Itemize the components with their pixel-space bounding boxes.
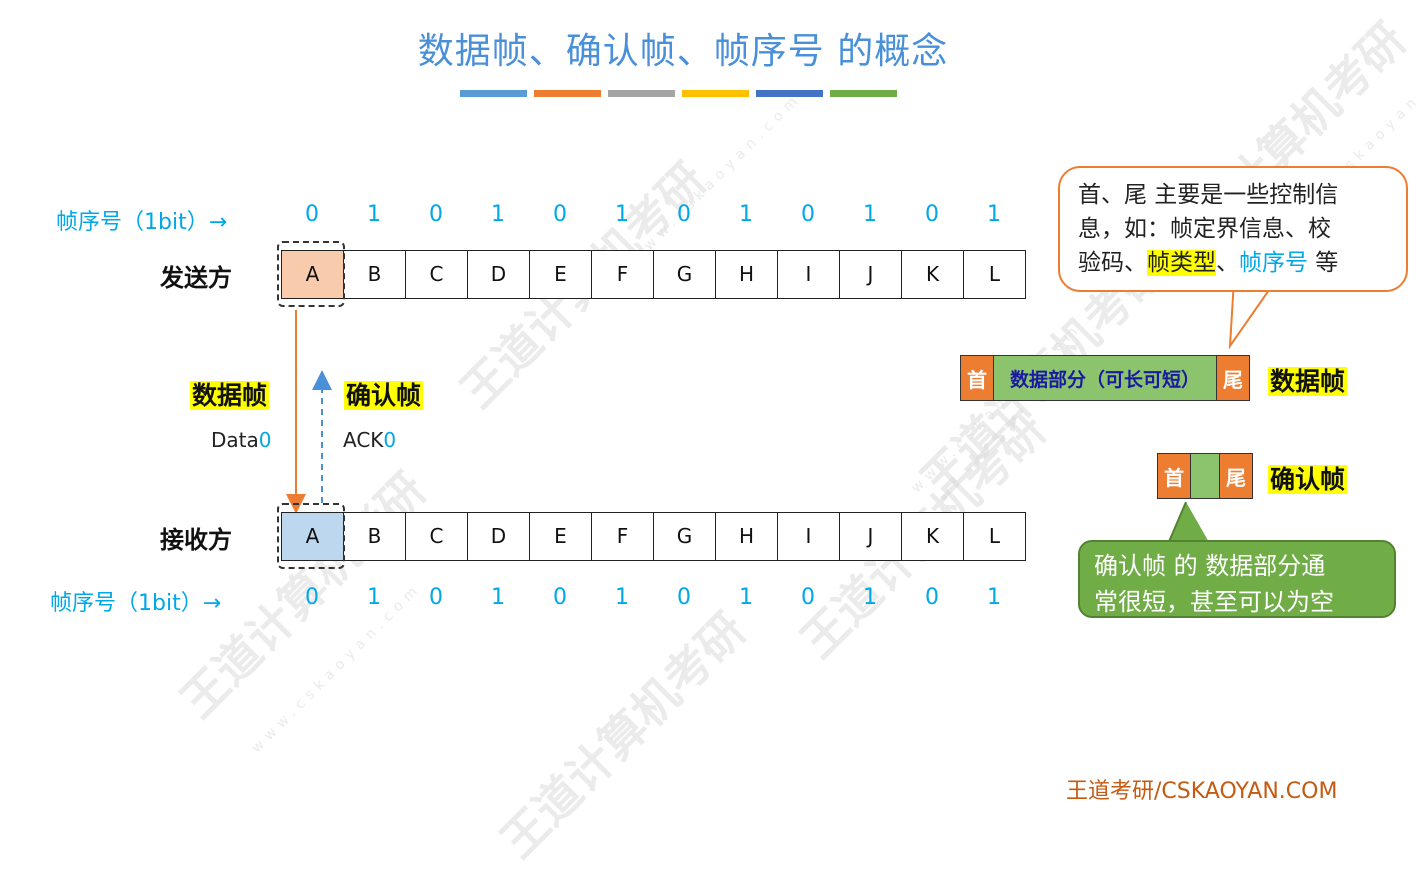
seq-number: 0 (677, 202, 691, 227)
receiver-frame: G (653, 513, 715, 560)
stripe (534, 90, 601, 97)
receiver-frames: A B C D E F G H I J K L (281, 512, 1026, 561)
receiver-label: 接收方 (160, 526, 232, 554)
callout-line: 确认帧 的 数据部分通 (1094, 552, 1326, 580)
control-info-callout: 首、尾 主要是一些控制信 息，如：帧定界信息、校 验码、帧类型、帧序号 等 (1058, 166, 1408, 292)
sender-frame: E (529, 251, 591, 298)
seq-number: 0 (801, 202, 815, 227)
callout-line: 息，如：帧定界信息、校 (1078, 216, 1331, 242)
seq-number: 0 (553, 585, 567, 610)
receiver-window (277, 503, 345, 569)
seq-row-top: 0 1 0 1 0 1 0 1 0 1 0 1 (281, 202, 1025, 227)
sender-frame: K (901, 251, 963, 298)
stripe (830, 90, 897, 97)
sender-frame: J (839, 251, 901, 298)
seq-number: 1 (739, 585, 753, 610)
callout-line: 首、尾 主要是一些控制信 (1078, 182, 1339, 208)
sender-frame: I (777, 251, 839, 298)
seq-number: 1 (863, 202, 877, 227)
transfer-arrows (286, 310, 332, 514)
watermark-logo: 王道计算机考研 (490, 602, 757, 869)
callout-line: 验码、帧类型、帧序号 等 (1078, 250, 1339, 276)
sender-frame: C (405, 251, 467, 298)
receiver-frame: J (839, 513, 901, 560)
ack-data-callout: 确认帧 的 数据部分通 常很短，甚至可以为空 (1078, 540, 1396, 618)
frame-tail: 尾 (1217, 356, 1249, 400)
data-frame-label: 数据帧 (190, 381, 270, 410)
data-frame-struct-label: 数据帧 (1268, 367, 1348, 396)
sender-frames: A B C D E F G H I J K L (281, 250, 1026, 299)
seq-row-bottom: 0 1 0 1 0 1 0 1 0 1 0 1 (281, 585, 1025, 610)
sender-label: 发送方 (160, 264, 232, 292)
callout-line: 常很短，甚至可以为空 (1094, 588, 1334, 616)
seq-number: 1 (491, 202, 505, 227)
seq-label-top: 帧序号（1bit）→ (56, 210, 228, 235)
seq-number: 0 (925, 585, 939, 610)
receiver-frame: I (777, 513, 839, 560)
seq-number: 0 (801, 585, 815, 610)
seq-number: 1 (987, 585, 1001, 610)
seq-number: 1 (367, 585, 381, 610)
receiver-frame: D (467, 513, 529, 560)
frame-head: 首 (1158, 454, 1190, 498)
data-frame-structure: 首 数据部分（可长可短） 尾 (960, 355, 1250, 401)
ack-frame-name: ACK0 (343, 428, 397, 452)
receiver-frame: E (529, 513, 591, 560)
stripe (756, 90, 823, 97)
sender-frame: H (715, 251, 777, 298)
seq-number: 1 (615, 202, 629, 227)
receiver-frame: B (343, 513, 405, 560)
seq-number: 0 (305, 202, 319, 227)
receiver-frame: C (405, 513, 467, 560)
sender-frame: D (467, 251, 529, 298)
frame-tail: 尾 (1220, 454, 1252, 498)
seq-number: 1 (987, 202, 1001, 227)
data-frame-name: Data0 (211, 428, 272, 452)
seq-number: 0 (925, 202, 939, 227)
ack-frame-structure: 首 尾 (1157, 453, 1253, 499)
sender-window (277, 241, 345, 307)
sender-frame: B (343, 251, 405, 298)
receiver-frame: L (963, 513, 1025, 560)
seq-number: 0 (429, 585, 443, 610)
frame-data-part (1190, 454, 1220, 498)
receiver-frame: F (591, 513, 653, 560)
seq-number: 1 (615, 585, 629, 610)
stripe (460, 90, 527, 97)
ack-frame-struct-label: 确认帧 (1268, 465, 1348, 494)
seq-number: 0 (305, 585, 319, 610)
seq-number: 0 (553, 202, 567, 227)
frame-head: 首 (961, 356, 993, 400)
seq-number: 1 (491, 585, 505, 610)
receiver-frame: K (901, 513, 963, 560)
seq-number: 0 (677, 585, 691, 610)
receiver-frame: H (715, 513, 777, 560)
frame-data-part: 数据部分（可长可短） (993, 356, 1217, 400)
ack-frame-label: 确认帧 (344, 381, 424, 410)
seq-label-bottom: 帧序号（1bit）→ (50, 591, 222, 616)
page-title: 数据帧、确认帧、帧序号 的概念 (417, 31, 949, 72)
stripe (682, 90, 749, 97)
title-color-stripes (460, 90, 897, 97)
sender-frame: F (591, 251, 653, 298)
seq-number: 0 (429, 202, 443, 227)
sender-frame: G (653, 251, 715, 298)
footer-brand: 王道考研/CSKAOYAN.COM (1066, 779, 1338, 804)
sender-frame: L (963, 251, 1025, 298)
seq-number: 1 (863, 585, 877, 610)
seq-number: 1 (739, 202, 753, 227)
stripe (608, 90, 675, 97)
seq-number: 1 (367, 202, 381, 227)
